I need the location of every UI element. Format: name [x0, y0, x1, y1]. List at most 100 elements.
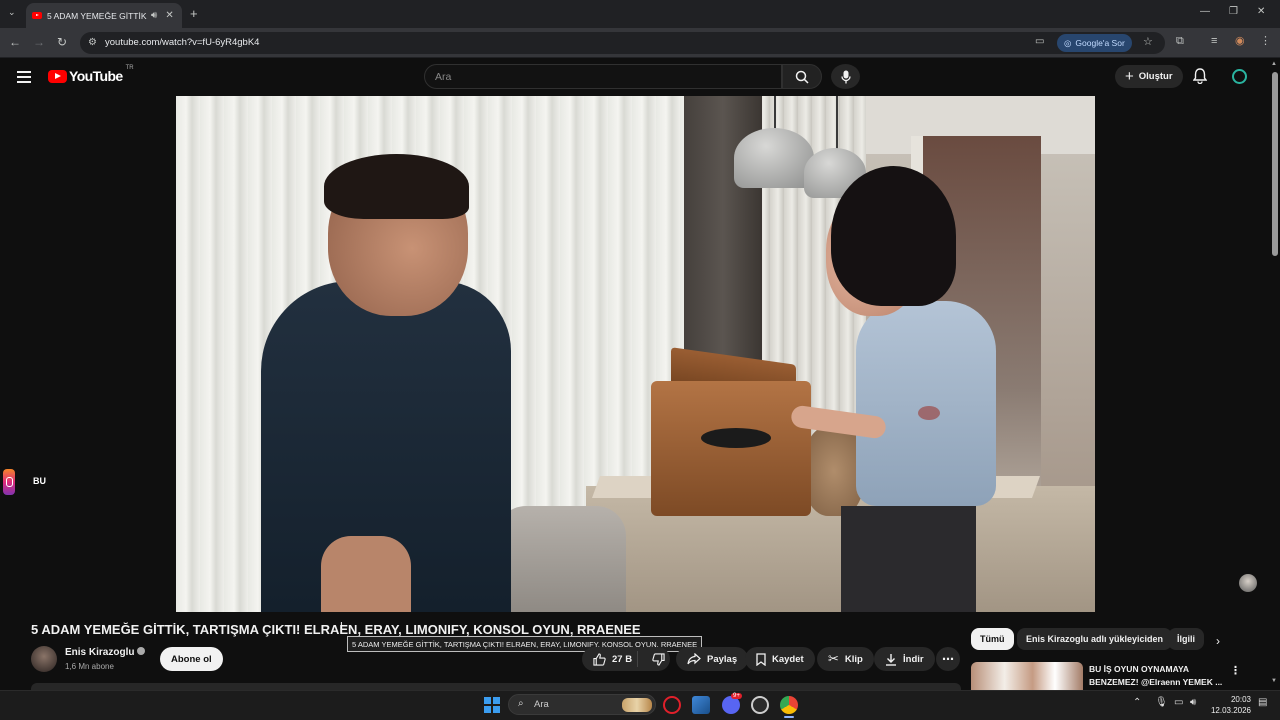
clip-button[interactable]: ✂ Klip — [817, 647, 874, 671]
clock-date: 12.03.2026 — [1210, 706, 1251, 715]
speaker-icon[interactable]: 🔊︎ — [151, 10, 157, 21]
dislike-button[interactable] — [644, 652, 665, 666]
recommendation-title[interactable]: BU İŞ OYUN OYNAMAYA BENZEMEZ! @Elraenn Y… — [1089, 663, 1229, 689]
youtube-logo[interactable]: YouTube TR — [48, 65, 134, 84]
notifications-bell-icon[interactable] — [1193, 68, 1207, 84]
plus-icon: + — [1125, 68, 1134, 85]
create-label: Oluştur — [1138, 71, 1173, 82]
scene-lamp-cord — [774, 96, 776, 131]
taskbar-clock[interactable]: 20:03 12.03.2026 — [1208, 694, 1251, 716]
share-button[interactable]: Paylaş — [676, 647, 749, 671]
close-window-icon[interactable]: ✕ — [1257, 6, 1265, 17]
network-app-icon[interactable] — [692, 696, 710, 714]
extensions-icon[interactable]: ⧉ — [1176, 35, 1184, 48]
windows-start-icon[interactable] — [484, 697, 500, 713]
tray-network-icon[interactable]: ▭ — [1174, 697, 1183, 708]
new-tab-icon[interactable]: + — [190, 6, 198, 21]
scene-chair — [496, 506, 626, 612]
text-cursor-icon: I — [340, 621, 343, 632]
channel-name-row[interactable]: Enis Kirazoglu — [65, 647, 146, 658]
thumbs-down-icon — [652, 652, 665, 666]
minimize-icon[interactable]: — — [1200, 6, 1210, 17]
scene-man-hair — [324, 154, 469, 219]
video-player[interactable] — [176, 96, 1095, 612]
chrome-active-indicator — [784, 716, 794, 718]
discord-badge: 9+ — [731, 693, 742, 699]
share-arrow-icon — [687, 653, 701, 665]
instagram-icon[interactable] — [3, 469, 15, 495]
subscriber-count: 1,6 Mn abone — [65, 662, 114, 671]
youtube-favicon-icon — [32, 12, 42, 19]
tray-overflow-chevron-icon[interactable]: ⌃ — [1133, 697, 1141, 708]
scroll-down-arrow-icon[interactable]: ▼ — [1271, 678, 1277, 684]
browser-tab-bar: ⌄ 5 ADAM YEMEĞE GİTTİK, TA 🔊︎ ✕ + — ❐ ✕ — [0, 0, 1280, 28]
verified-badge-icon — [137, 647, 146, 656]
tray-volume-icon[interactable]: 🔊︎ — [1190, 697, 1196, 708]
save-label: Kaydet — [772, 653, 804, 665]
close-tab-icon[interactable]: ✕ — [165, 10, 173, 21]
url-text: youtube.com/watch?v=fU-6yR4gbK4 — [105, 37, 260, 48]
scene-lamp — [734, 128, 814, 188]
reload-icon[interactable]: ↻ — [57, 35, 67, 49]
scene-record-player — [651, 381, 811, 516]
subscribe-button[interactable]: Abone ol — [160, 647, 223, 671]
forward-icon[interactable]: → — [33, 35, 45, 49]
search-box — [424, 64, 782, 89]
more-horizontal-icon: ⋯ — [942, 652, 954, 666]
google-ask-button[interactable]: ◎ Google'a Sor — [1057, 34, 1132, 52]
scene-tattoo — [918, 406, 940, 420]
chip-from-uploader[interactable]: Enis Kirazoglu adlı yükleyiciden — [1017, 628, 1173, 650]
like-count: 27 B — [612, 653, 633, 665]
corner-avatar[interactable] — [1239, 574, 1257, 592]
google-ask-label: Google'a Sor — [1075, 38, 1125, 48]
google-lens-icon: ◎ — [1064, 37, 1072, 48]
scroll-up-arrow-icon[interactable]: ▲ — [1271, 61, 1277, 67]
search-input[interactable] — [425, 65, 781, 88]
opera-icon[interactable] — [663, 696, 681, 714]
search-button[interactable] — [782, 64, 822, 89]
browser-tab-youtube[interactable]: 5 ADAM YEMEĞE GİTTİK, TA 🔊︎ ✕ — [26, 3, 182, 28]
back-icon[interactable]: ← — [9, 35, 21, 49]
account-avatar[interactable] — [1232, 69, 1247, 84]
profile-icon[interactable]: ◉ — [1235, 34, 1245, 47]
voice-search-button[interactable] — [831, 64, 860, 89]
chrome-icon[interactable] — [780, 696, 798, 714]
tab-search-chevron-icon[interactable]: ⌄ — [8, 7, 16, 18]
download-icon — [886, 653, 896, 666]
reading-list-icon[interactable]: ≡ — [1211, 35, 1217, 47]
channel-avatar[interactable] — [31, 646, 57, 672]
guide-menu-icon[interactable] — [17, 71, 31, 86]
download-label: İndir — [903, 653, 924, 665]
tray-microphone-icon[interactable]: 🎙︎ — [1155, 697, 1168, 708]
recommendation-thumbnail[interactable] — [971, 662, 1083, 690]
chips-next-chevron-icon[interactable]: › — [1216, 634, 1220, 648]
scene-vinyl-disc — [701, 428, 771, 448]
channel-name[interactable]: Enis Kirazoglu — [65, 647, 134, 658]
scrollbar-thumb[interactable] — [1272, 72, 1278, 256]
restore-icon[interactable]: ❐ — [1229, 6, 1238, 17]
search-icon — [795, 70, 809, 84]
taskbar-search[interactable]: ⌕ Ara — [508, 694, 656, 715]
cast-icon[interactable]: ▭ — [1035, 36, 1044, 47]
browser-menu-icon[interactable]: ⋮ — [1260, 34, 1271, 47]
chip-related[interactable]: İlgili — [1168, 628, 1204, 650]
recommendation-more-icon[interactable]: ⋮ — [1230, 664, 1241, 677]
more-actions-button[interactable]: ⋯ — [936, 647, 960, 671]
thumbs-up-icon — [593, 652, 606, 666]
notification-center-icon[interactable]: ▤ — [1258, 697, 1267, 708]
steam-icon[interactable] — [751, 696, 769, 714]
save-button[interactable]: Kaydet — [745, 647, 815, 671]
download-button[interactable]: İndir — [874, 647, 935, 671]
scene-man-arm — [321, 536, 411, 612]
bookmark-icon — [756, 652, 766, 666]
site-info-icon[interactable]: ⚙︎ — [88, 37, 97, 48]
chip-all[interactable]: Tümü — [971, 628, 1014, 650]
scene-woman-top — [856, 301, 996, 506]
omnibox[interactable]: ⚙︎ youtube.com/watch?v=fU-6yR4gbK4 ▭ ◎ G… — [80, 32, 1165, 54]
bookmark-star-icon[interactable]: ☆ — [1143, 35, 1153, 48]
scissors-icon: ✂ — [828, 651, 839, 666]
create-button[interactable]: + Oluştur — [1115, 65, 1183, 88]
tab-title: 5 ADAM YEMEĞE GİTTİK, TA — [47, 10, 147, 21]
like-button[interactable]: 27 B — [582, 651, 638, 667]
logo-text: YouTube — [69, 68, 123, 84]
